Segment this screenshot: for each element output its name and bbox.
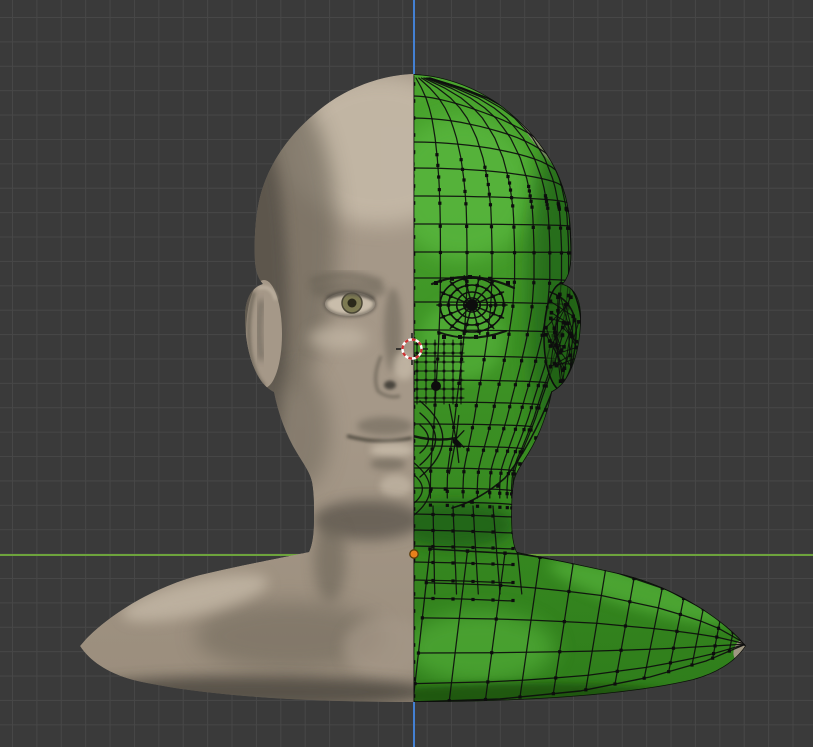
object-origin-point[interactable]: [410, 550, 418, 558]
left-ear: [246, 280, 282, 388]
nostril: [384, 381, 396, 390]
left-eye: [325, 292, 375, 316]
head-model[interactable]: [65, 74, 751, 709]
3d-viewport[interactable]: [0, 0, 813, 747]
pupil: [348, 299, 357, 308]
viewport-canvas: [0, 0, 813, 747]
